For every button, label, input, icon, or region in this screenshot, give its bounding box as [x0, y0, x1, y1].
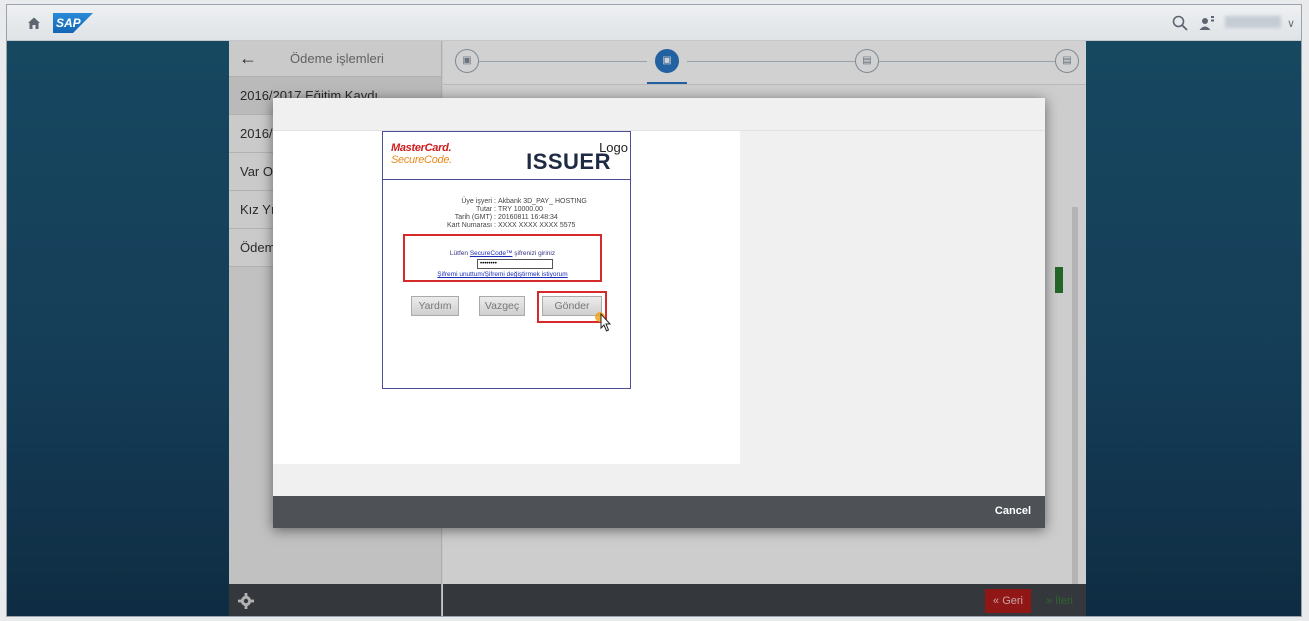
info-key: Kart Numarası :: [446, 222, 496, 229]
password-input[interactable]: ••••••••: [477, 259, 553, 269]
cancel-payment-button[interactable]: Vazgeç: [479, 296, 525, 316]
info-value: 20160811 16:48:34: [498, 214, 558, 221]
info-value: XXXX XXXX XXXX 5575: [498, 222, 576, 229]
user-name-blurred[interactable]: [1225, 16, 1281, 28]
securecode-logo-text: SecureCode.: [391, 154, 452, 166]
info-value: Akbank 3D_PAY_ HOSTING: [498, 198, 587, 205]
info-row: Üye işyeri : Akbank 3D_PAY_ HOSTING: [383, 198, 630, 206]
info-key: Tarih (GMT) :: [454, 214, 496, 221]
issuer-name: ISSUER: [526, 149, 611, 174]
prompt-prefix: Lütfen: [449, 250, 470, 257]
home-icon[interactable]: [27, 16, 41, 30]
transaction-info: Üye işyeri : Akbank 3D_PAY_ HOSTING Tuta…: [383, 198, 630, 230]
prompt-suffix: şifrenizi giriniz: [512, 250, 556, 257]
search-icon[interactable]: [1171, 14, 1189, 32]
mastercard-logo-text: MasterCard.: [391, 142, 452, 154]
user-icon[interactable]: [1199, 15, 1215, 31]
mouse-cursor-icon: [595, 312, 612, 332]
password-prompt: Lütfen SecureCode™ şifrenizi giriniz: [405, 250, 600, 257]
info-value: TRY 10000.00: [498, 206, 543, 213]
dialog-body: MasterCard. SecureCode. Logo ISSUER Üye …: [273, 131, 1045, 496]
submit-button[interactable]: Gönder: [542, 296, 602, 316]
info-key: Tutar :: [476, 206, 496, 213]
help-button[interactable]: Yardım: [411, 296, 459, 316]
secure-frame: MasterCard. SecureCode. Logo ISSUER Üye …: [273, 131, 740, 464]
securecode-page: MasterCard. SecureCode. Logo ISSUER Üye …: [382, 131, 631, 389]
info-row: Kart Numarası : XXXX XXXX XXXX 5575: [383, 222, 630, 230]
cancel-button[interactable]: Cancel: [995, 505, 1031, 517]
sap-logo[interactable]: SAP: [53, 13, 93, 33]
dialog-footer: Cancel: [273, 496, 1045, 528]
info-row: Tutar : TRY 10000.00: [383, 206, 630, 214]
shell-bar: SAP ∨: [7, 5, 1301, 41]
info-key: Üye işyeri :: [461, 198, 496, 205]
securecode-header: MasterCard. SecureCode. Logo ISSUER: [383, 132, 630, 180]
securecode-link[interactable]: SecureCode™: [470, 250, 513, 257]
forgot-password-link[interactable]: Şifremi unuttum/Şifremi değiştirmek isti…: [405, 271, 600, 278]
password-highlight: Lütfen SecureCode™ şifrenizi giriniz •••…: [403, 234, 602, 282]
payment-dialog: MasterCard. SecureCode. Logo ISSUER Üye …: [273, 98, 1045, 528]
dialog-header: [273, 98, 1045, 131]
info-row: Tarih (GMT) : 20160811 16:48:34: [383, 214, 630, 222]
chevron-down-icon[interactable]: ∨: [1287, 17, 1295, 30]
app-frame: SAP ∨ ← Ödeme işlemleri 2016/2017 Eğitim…: [6, 4, 1302, 617]
